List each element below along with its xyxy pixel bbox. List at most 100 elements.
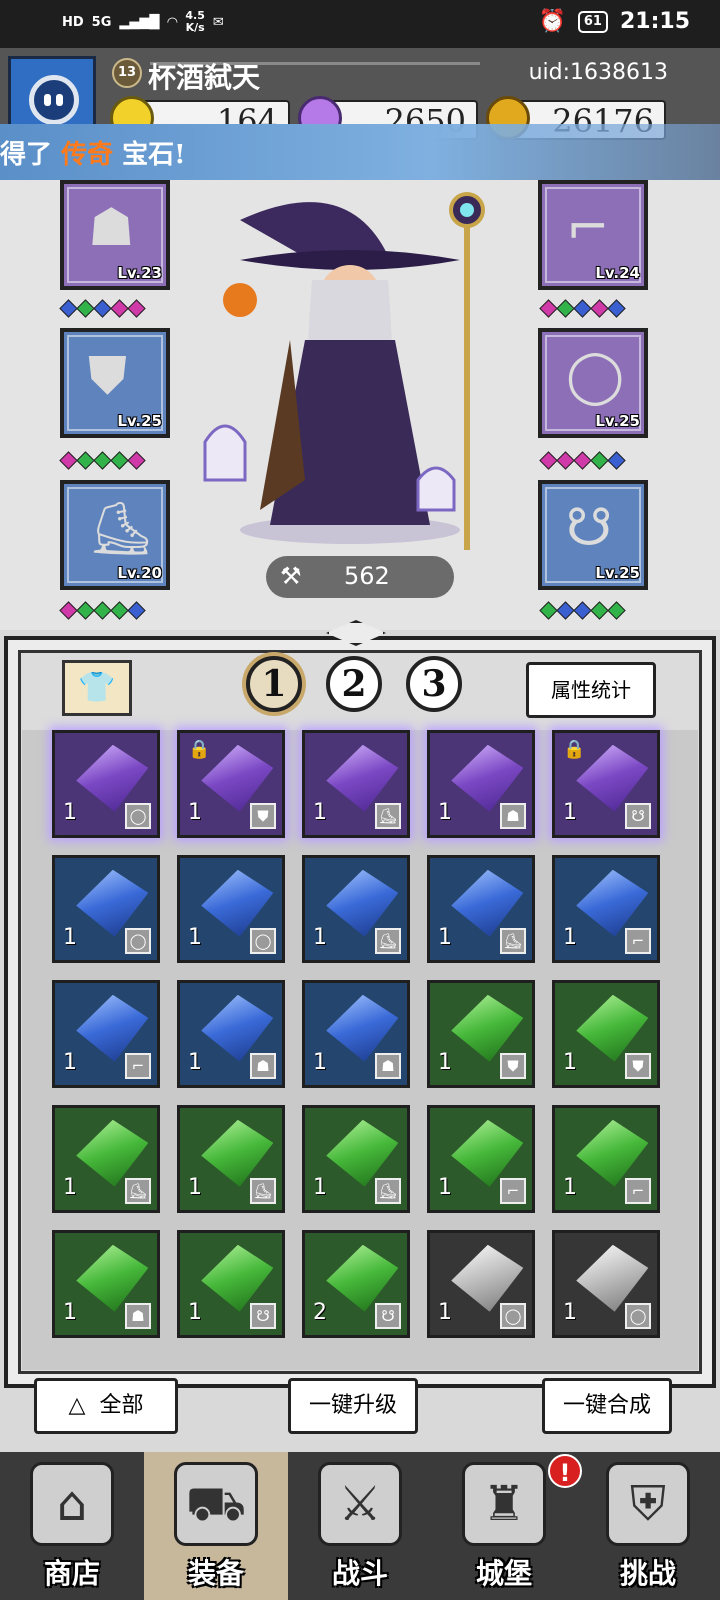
gem-socket-icon bbox=[573, 601, 592, 620]
wifi-icon: ◠ bbox=[167, 14, 178, 30]
shirt-button[interactable]: 👕 bbox=[62, 660, 132, 716]
gem-cell[interactable]: 1 ⛸ bbox=[52, 1105, 160, 1213]
nav-label: 城堡 bbox=[475, 1557, 532, 1590]
page-tab-1[interactable]: 1 bbox=[246, 656, 302, 712]
ring-icon: ◯ bbox=[125, 803, 151, 829]
gem-cell[interactable]: 1 ☗ bbox=[52, 1230, 160, 1338]
gem-cell[interactable]: 1 ⛸ bbox=[302, 730, 410, 838]
net-speed-unit: K/s bbox=[185, 21, 205, 34]
equip-slot-boot[interactable]: ⛸ Lv.20 bbox=[60, 480, 170, 590]
gem-sockets bbox=[59, 451, 146, 470]
castle-alert-badge: ! bbox=[548, 1454, 582, 1488]
page-tab-2[interactable]: 2 bbox=[326, 656, 382, 712]
gem-cell[interactable]: 1 ◯ bbox=[177, 855, 285, 963]
gem-socket-icon bbox=[590, 451, 609, 470]
gem-socket-icon bbox=[573, 451, 592, 470]
gem-socket-icon bbox=[539, 451, 558, 470]
gem-cell[interactable]: 1 ☗ bbox=[177, 980, 285, 1088]
page-tab-3[interactable]: 3 bbox=[406, 656, 462, 712]
gem-cell[interactable]: 1 ⛊ bbox=[552, 980, 660, 1088]
lock-icon: 🔒 bbox=[563, 739, 586, 760]
equip-level: Lv.25 bbox=[117, 412, 162, 430]
shirt-icon: 👕 bbox=[78, 670, 116, 705]
gem-cell[interactable]: 1 ◯ bbox=[552, 1230, 660, 1338]
player-uid: uid:1638613 bbox=[528, 60, 668, 85]
gem-cell[interactable]: 1 ☋ bbox=[177, 1230, 285, 1338]
nav-label: 商店 bbox=[43, 1557, 100, 1590]
hood-icon: ☗ bbox=[500, 803, 526, 829]
gem-socket-icon bbox=[539, 601, 558, 620]
gem-count: 2 bbox=[313, 1300, 327, 1325]
gem-cell[interactable]: 1 ⌐ bbox=[552, 1105, 660, 1213]
necklace-icon: ☋ bbox=[250, 1303, 276, 1329]
clock: 21:15 bbox=[619, 9, 690, 34]
gem-socket-icon bbox=[76, 451, 95, 470]
gem-cell[interactable]: 1 ⛸ bbox=[177, 1105, 285, 1213]
gem-socket-icon bbox=[539, 299, 558, 318]
gem-cell[interactable]: 1 ⛸ bbox=[427, 855, 535, 963]
gem-count: 1 bbox=[563, 1050, 577, 1075]
gem-cell[interactable]: 1 ◯ bbox=[52, 730, 160, 838]
gem-cell[interactable]: 🔒 1 ☋ bbox=[552, 730, 660, 838]
gem-socket-icon bbox=[76, 299, 95, 318]
equip-slot-necklace[interactable]: ☋ Lv.25 bbox=[538, 480, 648, 590]
equip-slot-ring[interactable]: ◯ Lv.25 bbox=[538, 328, 648, 438]
gem-count: 1 bbox=[438, 1175, 452, 1200]
gem-socket-icon bbox=[590, 601, 609, 620]
shield-icon: ⛨ bbox=[606, 1462, 690, 1546]
gem-count: 1 bbox=[63, 1175, 77, 1200]
gem-sockets bbox=[539, 299, 626, 318]
ghost-icon bbox=[416, 466, 456, 512]
hood-icon: ☗ bbox=[125, 1303, 151, 1329]
gem-cell[interactable]: 2 ☋ bbox=[302, 1230, 410, 1338]
witch-cape bbox=[260, 340, 305, 510]
cape-icon: ⛊ bbox=[88, 346, 128, 406]
gem-cell[interactable]: 1 ⛸ bbox=[302, 1105, 410, 1213]
upgrade-all-button[interactable]: 一键升级 bbox=[288, 1378, 418, 1434]
gem-cell[interactable]: 1 ◯ bbox=[52, 855, 160, 963]
gem-cell[interactable]: 1 ⌐ bbox=[552, 855, 660, 963]
equip-level: Lv.24 bbox=[595, 264, 640, 282]
network-indicator: 5G bbox=[91, 14, 112, 30]
announcement-text: 得了 传奇 宝石! bbox=[0, 134, 186, 171]
gem-cell[interactable]: 1 ☗ bbox=[302, 980, 410, 1088]
hood-icon: ☗ bbox=[250, 1053, 276, 1079]
status-right: ⏰ 61 21:15 bbox=[538, 9, 690, 34]
gem-count: 1 bbox=[438, 1300, 452, 1325]
hood-icon: ☗ bbox=[375, 1053, 401, 1079]
gem-cell[interactable]: 1 ⛊ bbox=[427, 980, 535, 1088]
nav-label: 装备 bbox=[187, 1557, 244, 1590]
filter-all-button[interactable]: △ 全部 bbox=[34, 1378, 178, 1434]
equip-level: Lv.25 bbox=[595, 412, 640, 430]
equip-slot-cape[interactable]: ⛊ Lv.25 bbox=[60, 328, 170, 438]
nav-equipment[interactable]: ⛟ 装备 bbox=[144, 1452, 288, 1600]
equip-slot-pipe[interactable]: ⌐ Lv.24 bbox=[538, 180, 648, 290]
boot-icon: ⛸ bbox=[500, 928, 526, 954]
cape-icon: ⛊ bbox=[500, 1053, 526, 1079]
lock-icon: 🔒 bbox=[188, 739, 211, 760]
gem-cell[interactable]: 1 ⛸ bbox=[302, 855, 410, 963]
net-speed: 4.5 K/s bbox=[185, 10, 205, 34]
necklace-icon: ☋ bbox=[375, 1303, 401, 1329]
equip-level: Lv.23 bbox=[117, 264, 162, 282]
gem-cell[interactable]: 1 ◯ bbox=[427, 1230, 535, 1338]
gem-cell[interactable]: 1 ⌐ bbox=[427, 1105, 535, 1213]
equip-slot-hood[interactable]: ☗ Lv.23 bbox=[60, 180, 170, 290]
pipe-icon: ⌐ bbox=[566, 198, 610, 258]
gem-socket-icon bbox=[59, 601, 78, 620]
gem-cell[interactable]: 🔒 1 ⛊ bbox=[177, 730, 285, 838]
ring-icon: ◯ bbox=[500, 1303, 526, 1329]
gem-socket-icon bbox=[76, 601, 95, 620]
ghost-icon bbox=[203, 424, 247, 482]
merge-all-button[interactable]: 一键合成 bbox=[542, 1378, 672, 1434]
nav-challenge[interactable]: ⛨ 挑战 bbox=[576, 1452, 720, 1600]
gem-cell[interactable]: 1 ☗ bbox=[427, 730, 535, 838]
gem-count: 1 bbox=[188, 1175, 202, 1200]
gem-count: 1 bbox=[313, 1175, 327, 1200]
gem-socket-icon bbox=[556, 299, 575, 318]
nav-shop[interactable]: ⌂ 商店 bbox=[0, 1452, 144, 1600]
nav-battle[interactable]: ⚔ 战斗 bbox=[288, 1452, 432, 1600]
boot-icon: ⛸ bbox=[375, 928, 401, 954]
attribute-stats-button[interactable]: 属性统计 bbox=[526, 662, 656, 718]
gem-cell[interactable]: 1 ⌐ bbox=[52, 980, 160, 1088]
